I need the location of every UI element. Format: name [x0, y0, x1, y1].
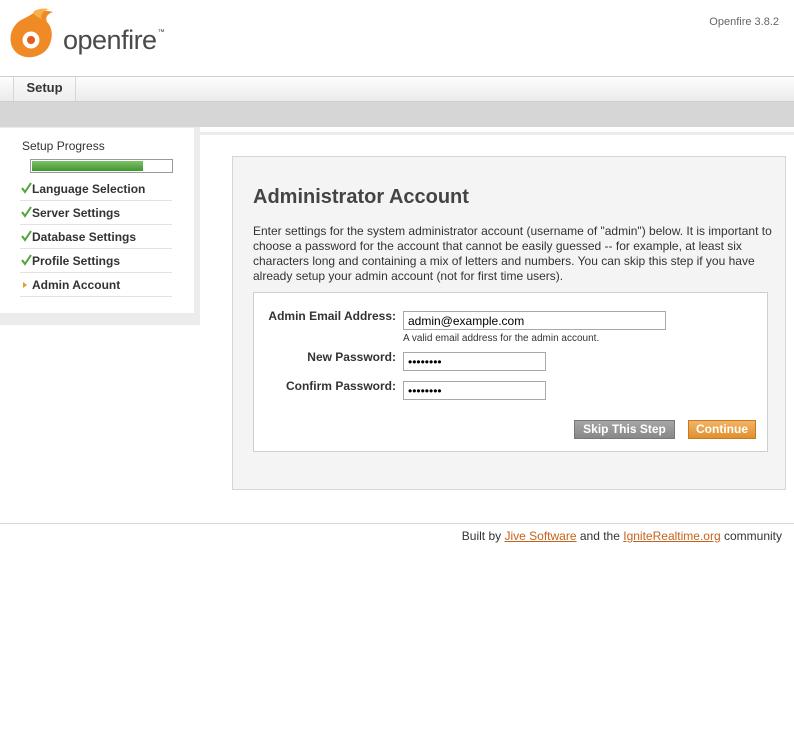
ignite-realtime-link[interactable]: IgniteRealtime.org: [623, 529, 720, 543]
step-server-settings[interactable]: Server Settings: [20, 201, 172, 225]
checkmark-icon: [21, 182, 32, 194]
footer-divider: [0, 523, 794, 524]
email-field[interactable]: [403, 311, 666, 330]
footer-prefix: Built by: [461, 529, 502, 543]
continue-button[interactable]: Continue: [688, 420, 756, 439]
page-title: Administrator Account: [253, 186, 469, 208]
step-label: Database Settings: [32, 230, 137, 244]
admin-account-form: Admin Email Address: A valid email addre…: [253, 292, 768, 452]
page-footer: Built by Jive Software and the IgniteRea…: [462, 529, 782, 543]
step-label: Language Selection: [32, 182, 146, 196]
step-label: Server Settings: [32, 206, 121, 220]
setup-steps-list: Language Selection Server Settings Datab…: [20, 177, 172, 297]
setup-progress-fill: [32, 161, 143, 171]
sub-nav-bar: [0, 102, 794, 127]
arrow-right-icon: [23, 282, 27, 288]
setup-progress-bar: [30, 159, 173, 173]
step-database-settings[interactable]: Database Settings: [20, 225, 172, 249]
confirm-password-label: Confirm Password:: [285, 379, 396, 393]
step-admin-account: Admin Account: [20, 273, 172, 297]
skip-step-button[interactable]: Skip This Step: [574, 420, 675, 439]
tab-setup[interactable]: Setup: [13, 77, 76, 101]
step-label: Profile Settings: [32, 254, 121, 268]
page-header: openfire™ Openfire 3.8.2: [0, 0, 794, 76]
page-description: Enter settings for the system administra…: [253, 224, 772, 283]
openfire-logo-icon: [10, 8, 53, 58]
brand-name: openfire™: [63, 25, 165, 55]
new-password-label: New Password:: [307, 350, 396, 364]
footer-middle: and the: [579, 529, 620, 543]
step-profile-settings[interactable]: Profile Settings: [20, 249, 172, 273]
email-label: Admin Email Address:: [268, 309, 396, 323]
admin-account-panel: Administrator Account Enter settings for…: [232, 156, 786, 490]
checkmark-icon: [21, 254, 32, 266]
step-label: Admin Account: [32, 278, 121, 292]
checkmark-icon: [21, 206, 32, 218]
email-hint: A valid email address for the admin acco…: [403, 333, 600, 344]
content-top-edge: [194, 132, 794, 135]
checkmark-icon: [21, 230, 32, 242]
footer-suffix: community: [723, 529, 782, 543]
step-language-selection[interactable]: Language Selection: [20, 177, 172, 201]
new-password-field[interactable]: [403, 352, 546, 371]
main-nav: Setup: [0, 76, 794, 102]
confirm-password-field[interactable]: [403, 381, 546, 400]
version-label: Openfire 3.8.2: [709, 16, 779, 28]
progress-title: Setup Progress: [22, 139, 105, 153]
jive-software-link[interactable]: Jive Software: [504, 529, 576, 543]
